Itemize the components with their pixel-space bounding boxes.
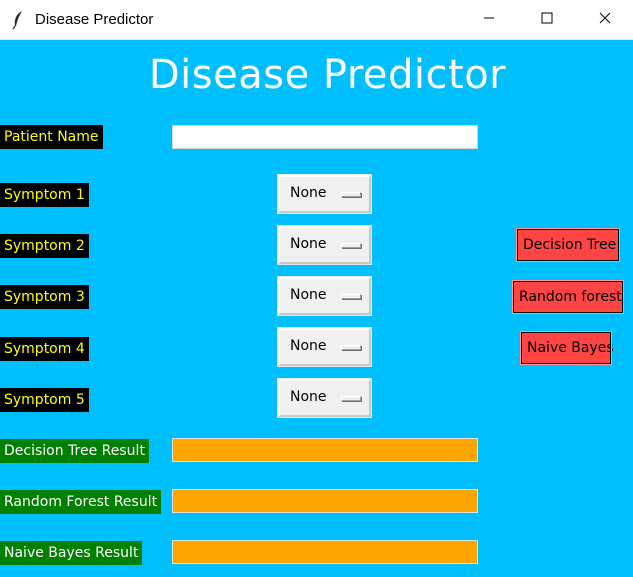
symptom2-value: None: [290, 236, 327, 252]
dropdown-indicator-icon: [341, 396, 361, 401]
dropdown-indicator-icon: [341, 192, 361, 197]
symptom1-label: Symptom 1: [0, 183, 89, 207]
feather-icon: [12, 10, 24, 30]
maximize-button[interactable]: [524, 0, 570, 40]
close-button[interactable]: [582, 0, 628, 40]
decision-tree-result-field[interactable]: [172, 438, 478, 462]
close-icon: [599, 11, 611, 29]
symptom5-label: Symptom 5: [0, 388, 89, 412]
title-bar[interactable]: Disease Predictor: [0, 0, 633, 40]
symptom5-value: None: [290, 389, 327, 405]
dropdown-indicator-icon: [341, 294, 361, 299]
patient-name-label: Patient Name: [0, 125, 103, 149]
page-title: Disease Predictor: [148, 52, 507, 98]
symptom4-label: Symptom 4: [0, 337, 89, 361]
symptom1-dropdown[interactable]: None: [277, 174, 372, 214]
symptom4-value: None: [290, 338, 327, 354]
symptom1-value: None: [290, 185, 327, 201]
naive-bayes-button[interactable]: Naive Bayes: [520, 331, 614, 365]
minimize-button[interactable]: [466, 0, 512, 40]
decision-tree-button[interactable]: Decision Tree: [516, 228, 620, 262]
symptom2-label: Symptom 2: [0, 234, 89, 258]
symptom3-dropdown[interactable]: None: [277, 276, 372, 316]
dropdown-indicator-icon: [341, 345, 361, 350]
symptom3-value: None: [290, 287, 327, 303]
random-forest-result-field[interactable]: [172, 489, 478, 513]
random-forest-button[interactable]: Random forest: [512, 280, 624, 314]
naive-bayes-result-field[interactable]: [172, 540, 478, 564]
naive-bayes-result-label: Naive Bayes Result: [0, 541, 143, 565]
symptom3-label: Symptom 3: [0, 285, 89, 309]
symptom4-dropdown[interactable]: None: [277, 327, 372, 367]
random-forest-result-label: Random Forest Result: [0, 490, 162, 514]
decision-tree-result-label: Decision Tree Result: [0, 439, 149, 463]
patient-name-input[interactable]: [172, 125, 478, 149]
window-title: Disease Predictor: [35, 11, 154, 28]
dropdown-indicator-icon: [341, 243, 361, 248]
minimize-icon: [483, 11, 495, 29]
app-body: Disease Predictor Patient Name Symptom 1…: [0, 40, 633, 577]
symptom2-dropdown[interactable]: None: [277, 225, 372, 265]
symptom5-dropdown[interactable]: None: [277, 378, 372, 418]
maximize-icon: [541, 11, 553, 29]
